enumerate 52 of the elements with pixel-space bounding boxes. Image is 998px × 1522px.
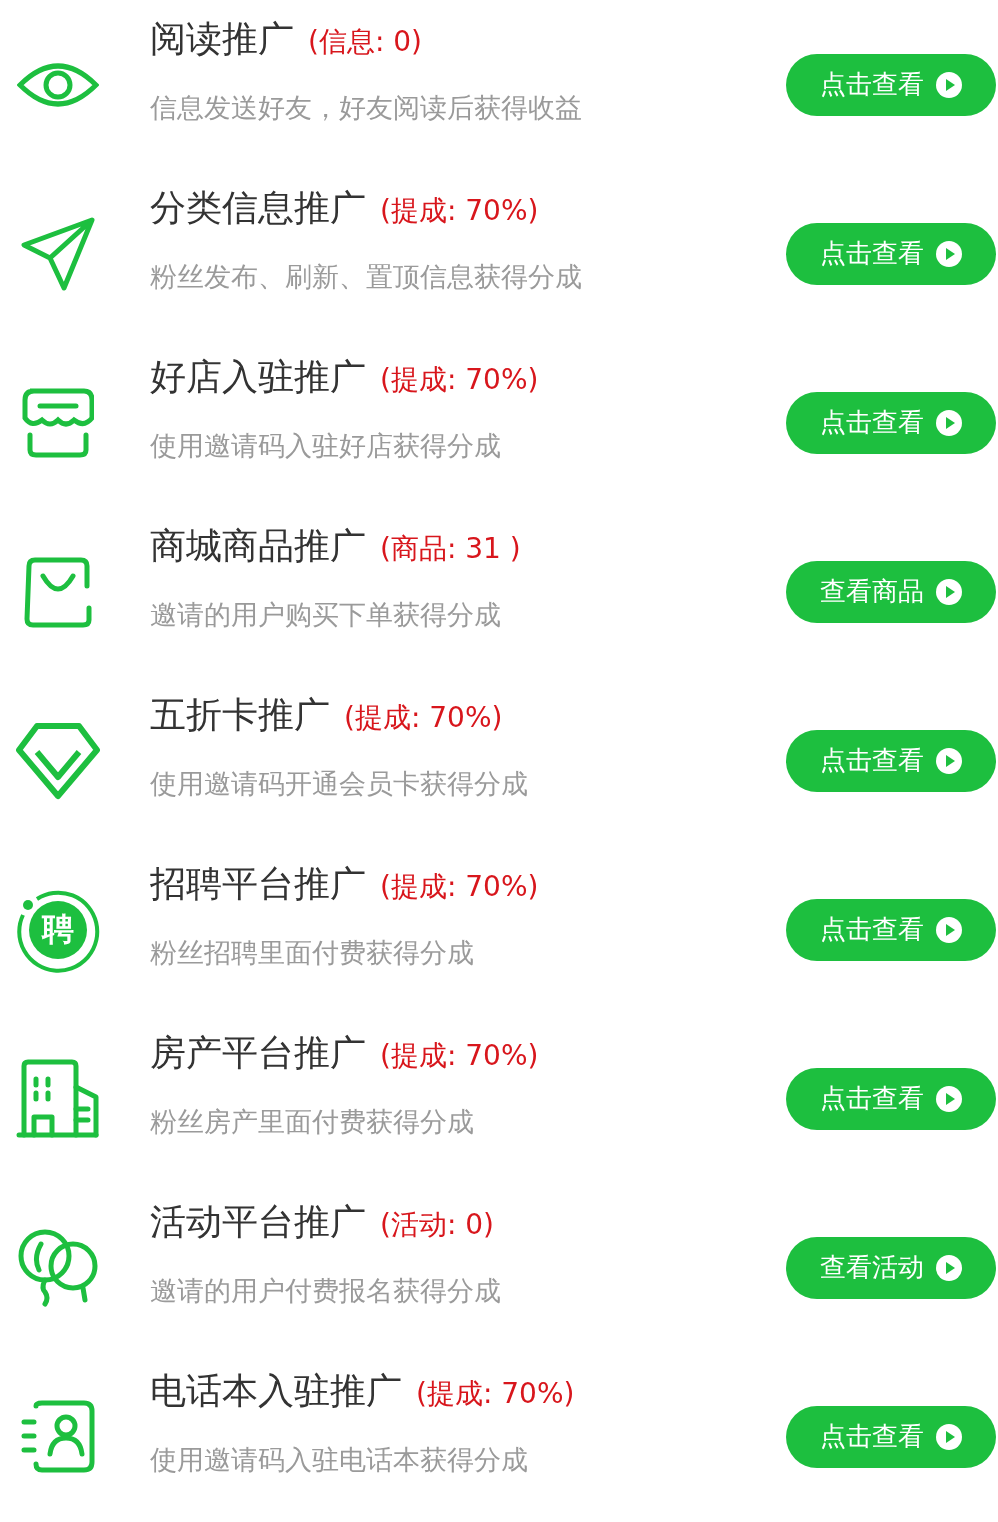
item-stat: (提成: 70%)	[380, 362, 539, 398]
item-stat: (商品: 31 )	[380, 531, 521, 567]
view-button[interactable]: 查看商品	[786, 560, 996, 623]
item-stat: (提成: 70%)	[416, 1376, 575, 1412]
item-description: 使用邀请码入驻电话本获得分成	[150, 1443, 529, 1477]
item-stat: (提成: 70%)	[380, 193, 539, 229]
item-stat: (提成: 70%)	[380, 869, 539, 905]
play-icon	[936, 1085, 962, 1112]
view-button[interactable]: 点击查看	[786, 1067, 996, 1130]
item-description: 邀请的用户付费报名获得分成	[150, 1274, 502, 1308]
view-button[interactable]: 点击查看	[786, 898, 996, 961]
store-icon	[21, 387, 94, 458]
item-title: 招聘平台推广	[150, 862, 366, 906]
play-icon	[936, 916, 962, 943]
paper-plane-icon	[19, 215, 96, 292]
building-icon	[15, 1058, 100, 1139]
view-button[interactable]: 查看活动	[786, 1236, 996, 1299]
play-icon	[936, 409, 962, 436]
view-button[interactable]: 点击查看	[786, 729, 996, 792]
item-title: 房产平台推广	[150, 1031, 366, 1075]
item-description: 使用邀请码入驻好店获得分成	[150, 429, 502, 463]
item-stat: (提成: 70%)	[344, 700, 503, 736]
play-icon	[936, 747, 962, 774]
play-icon	[936, 240, 962, 267]
view-button[interactable]: 点击查看	[786, 222, 996, 285]
item-title: 电话本入驻推广	[150, 1369, 402, 1413]
play-icon	[936, 1254, 962, 1281]
view-button[interactable]: 点击查看	[786, 53, 996, 116]
item-stat: (提成: 70%)	[380, 1038, 539, 1074]
item-title: 分类信息推广	[150, 186, 366, 230]
item-description: 邀请的用户购买下单获得分成	[150, 598, 502, 632]
shopping-bag-icon	[22, 555, 93, 628]
item-description: 粉丝发布、刷新、置顶信息获得分成	[150, 260, 583, 294]
item-stat: (信息: 0)	[308, 24, 422, 60]
play-icon	[936, 71, 962, 98]
item-description: 使用邀请码开通会员卡获得分成	[150, 767, 529, 801]
item-title: 五折卡推广	[150, 693, 330, 737]
view-button[interactable]: 点击查看	[786, 391, 996, 454]
item-title: 好店入驻推广	[150, 355, 366, 399]
play-icon	[936, 1423, 962, 1450]
balloons-icon	[16, 1227, 99, 1308]
item-title: 阅读推广	[150, 17, 294, 61]
play-icon	[936, 578, 962, 605]
item-title: 商城商品推广	[150, 524, 366, 568]
item-description: 粉丝招聘里面付费获得分成	[150, 936, 475, 970]
view-button[interactable]: 点击查看	[786, 1405, 996, 1468]
contact-book-icon	[19, 1399, 96, 1474]
item-title: 活动平台推广	[150, 1200, 366, 1244]
item-description: 信息发送好友，好友阅读后获得收益	[150, 91, 583, 125]
item-stat: (活动: 0)	[380, 1207, 494, 1243]
diamond-icon	[14, 721, 101, 800]
item-description: 粉丝房产里面付费获得分成	[150, 1105, 475, 1139]
